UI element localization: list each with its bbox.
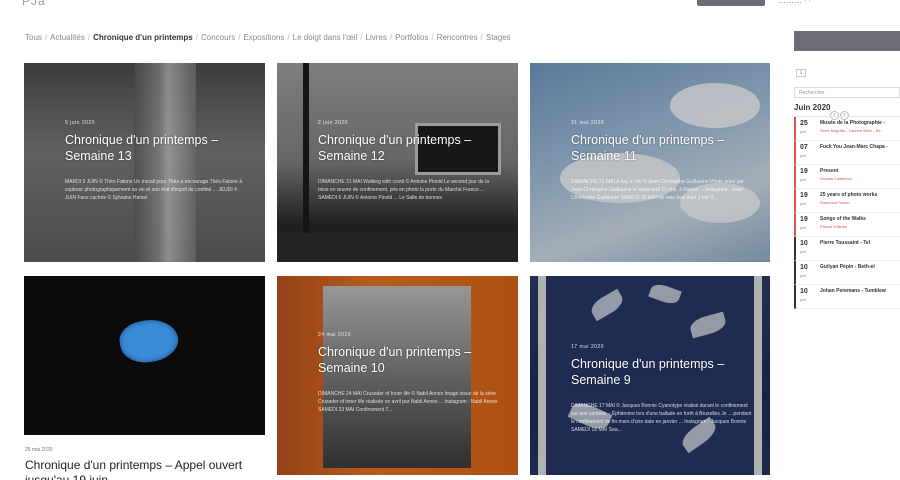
event-month: juin xyxy=(800,177,807,182)
event-month: juin xyxy=(800,201,807,206)
post-date: 24 mai 2020 xyxy=(318,332,352,338)
event-month: juin xyxy=(800,225,807,230)
post-card-semaine-12[interactable]: 2 juin 2020 Chronique d'un printemps – S… xyxy=(277,63,518,262)
event-title: Present xyxy=(820,168,839,174)
event-month: juin xyxy=(800,297,807,302)
post-date: 25 mai 2020 xyxy=(25,447,53,453)
post-card-semaine-13[interactable]: 9 juin 2020 Chronique d'un printemps – S… xyxy=(24,63,265,262)
event-subtitle: Nicolas Castlenov xyxy=(820,176,853,181)
event-item[interactable]: 10 juin Pierre Toussaint - Tel xyxy=(794,237,900,261)
event-month: juin xyxy=(800,153,807,158)
event-month: juin xyxy=(800,273,807,278)
post-excerpt: DIMANCHE 31 MAI Walking with covid © Ant… xyxy=(318,179,490,201)
event-item[interactable]: 10 juin Guilyan Pépin - Beth-el xyxy=(794,261,900,285)
filter-link[interactable]: Livres xyxy=(366,33,387,42)
event-item[interactable]: 07 juin Fuck You Jean-Marc Chapa - xyxy=(794,141,900,165)
breadcrumb-separator: / xyxy=(480,33,483,42)
post-excerpt: DIMANCHE 31 MAI A day in life © Jean-Chr… xyxy=(571,179,745,201)
filter-link[interactable]: Portfolios xyxy=(395,33,428,42)
filter-link[interactable]: Expositions xyxy=(243,33,284,42)
event-day: 07 xyxy=(800,144,808,151)
event-item[interactable]: 19 juin Songs of the Walks Pascal Willems xyxy=(794,213,900,237)
filter-link[interactable]: Rencontres xyxy=(437,33,478,42)
event-search-input[interactable]: Rechercher xyxy=(794,87,900,98)
site-logo[interactable]: PJa xyxy=(22,0,46,8)
top-bar: PJa ……… ∙ ∙ xyxy=(0,0,900,12)
filter-link[interactable]: Tous xyxy=(25,33,42,42)
event-title: Johan Peremans - Tumblew xyxy=(820,288,886,294)
post-title[interactable]: Chronique d'un printemps – Semaine 13 xyxy=(65,132,247,164)
post-excerpt: DIMANCHE 17 MAI © Jacques Bonnie Cyanoty… xyxy=(571,403,752,433)
event-day: 10 xyxy=(800,264,808,271)
breadcrumb-separator: / xyxy=(360,33,363,42)
filter-link[interactable]: Le doigt dans l'œil xyxy=(293,33,358,42)
post-card-semaine-9[interactable]: 17 mai 2020 Chronique d'un printemps – S… xyxy=(530,276,770,475)
event-title: Guilyan Pépin - Beth-el xyxy=(820,264,875,270)
filter-link[interactable]: Actualités xyxy=(50,33,85,42)
post-caption: 24 mai 2020 Chronique d'un printemps – S… xyxy=(318,332,500,414)
events-sidebar: 1 Rechercher Juin 2020 ‹ › 25 juin Musée de… xyxy=(794,31,900,309)
top-right-nav[interactable]: ……… ∙ ∙ xyxy=(778,0,811,5)
post-title[interactable]: Chronique d'un printemps – Semaine 10 xyxy=(318,344,500,376)
event-month: juin xyxy=(800,129,807,134)
breadcrumb-separator: / xyxy=(44,33,48,42)
event-subtitle: Raymond Rosso xyxy=(820,200,850,205)
post-date: 9 juin 2020 xyxy=(65,120,95,126)
view-toggle-button[interactable]: 1 xyxy=(796,69,806,77)
breadcrumb-separator: / xyxy=(389,33,393,42)
breadcrumb-separator: / xyxy=(238,33,241,42)
post-card-semaine-10[interactable]: 24 mai 2020 Chronique d'un printemps – S… xyxy=(277,276,518,475)
event-item[interactable]: 19 juin Present Nicolas Castlenov xyxy=(794,165,900,189)
event-item[interactable]: 25 juin Musée de la Photographie - René Mag… xyxy=(794,117,900,141)
breadcrumb-separator: / xyxy=(287,33,290,42)
event-subtitle: Pascal Willems xyxy=(820,224,848,229)
event-list: 25 juin Musée de la Photographie - René Mag… xyxy=(794,116,900,309)
event-day: 19 xyxy=(800,192,808,199)
post-title[interactable]: Chronique d'un printemps – Semaine 9 xyxy=(571,356,752,388)
event-title: Musée de la Photographie - xyxy=(820,120,886,126)
post-card-appel-ouvert[interactable] xyxy=(24,276,265,435)
event-item[interactable]: 10 juin Johan Peremans - Tumblew xyxy=(794,285,900,309)
breadcrumb-separator: / xyxy=(87,33,91,42)
event-day: 19 xyxy=(800,216,808,223)
event-month: juin xyxy=(800,249,807,254)
post-caption: 17 mai 2020 Chronique d'un printemps – S… xyxy=(571,344,752,434)
event-day: 19 xyxy=(800,168,808,175)
event-title: 25 years of photo works xyxy=(820,192,878,198)
event-item[interactable]: 19 juin 25 years of photo works Raymond Ros… xyxy=(794,189,900,213)
event-day: 25 xyxy=(800,120,808,127)
post-date: 31 mai 2020 xyxy=(571,120,605,126)
post-excerpt: DIMANCHE 24 MAI Crusader of Inner life ©… xyxy=(318,391,498,413)
post-date: 2 juin 2020 xyxy=(318,120,348,126)
top-menu-button[interactable] xyxy=(697,0,765,6)
post-caption: 31 mai 2020 Chronique d'un printemps – S… xyxy=(571,120,752,202)
event-day: 10 xyxy=(800,288,808,295)
post-title[interactable]: Chronique d'un printemps – Appel ouvert … xyxy=(25,458,265,480)
event-title: Fuck You Jean-Marc Chapa - xyxy=(820,144,888,150)
filter-link[interactable]: Chronique d'un printemps xyxy=(93,33,193,42)
event-day: 10 xyxy=(800,240,808,247)
post-date: 17 mai 2020 xyxy=(571,344,605,350)
calendar-month: Juin 2020 xyxy=(794,103,831,112)
category-filter: Tous / Actualités / Chronique d'un printemps… xyxy=(25,33,511,42)
sidebar-header xyxy=(794,31,900,51)
post-excerpt: MARDI 9 JUIN © Théo Fatone Un travail po… xyxy=(65,179,243,201)
post-caption: 9 juin 2020 Chronique d'un printemps – S… xyxy=(65,120,247,202)
breadcrumb-separator: / xyxy=(195,33,198,42)
post-title[interactable]: Chronique d'un printemps – Semaine 12 xyxy=(318,132,500,164)
breadcrumb-separator: / xyxy=(431,33,434,42)
event-title: Songs of the Walks xyxy=(820,216,866,222)
event-subtitle: René Magritte - Laurent Bilon - Bé xyxy=(820,128,881,133)
post-card-semaine-11[interactable]: 31 mai 2020 Chronique d'un printemps – S… xyxy=(530,63,770,262)
filter-link[interactable]: Concours xyxy=(201,33,235,42)
filter-link[interactable]: Stages xyxy=(486,33,511,42)
post-title[interactable]: Chronique d'un printemps – Semaine 11 xyxy=(571,132,752,164)
post-caption: 2 juin 2020 Chronique d'un printemps – S… xyxy=(318,120,500,202)
event-title: Pierre Toussaint - Tel xyxy=(820,240,871,246)
